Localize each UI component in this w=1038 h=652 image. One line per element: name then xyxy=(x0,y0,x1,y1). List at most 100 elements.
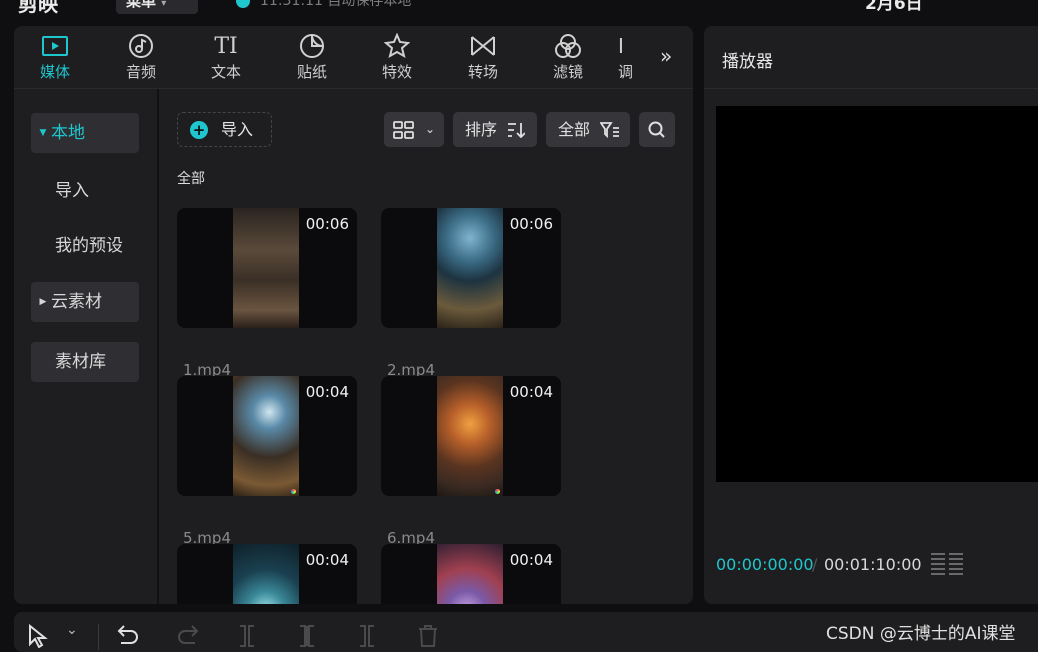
filter-label: 全部 xyxy=(558,120,591,139)
filter-icon xyxy=(555,34,581,58)
media-thumbnail[interactable]: 00:04 xyxy=(381,376,561,496)
redo-icon[interactable] xyxy=(176,624,200,646)
search-icon xyxy=(648,121,665,138)
funnel-icon xyxy=(600,122,619,138)
tab-text[interactable]: TI 文本 xyxy=(191,26,261,88)
filter-button[interactable]: 全部 xyxy=(546,112,630,147)
time-separator: / xyxy=(812,555,818,574)
effects-icon xyxy=(384,33,410,59)
chevron-down-icon[interactable]: ⌄ xyxy=(66,622,78,638)
divider xyxy=(704,88,1038,89)
select-cursor-icon[interactable] xyxy=(28,624,48,648)
tab-label: 滤镜 xyxy=(552,63,583,81)
media-icon xyxy=(42,36,68,56)
split-icon[interactable] xyxy=(238,624,256,648)
sidebar-item-local[interactable]: ▼ 本地 xyxy=(31,113,139,153)
sort-label: 排序 xyxy=(465,120,498,139)
media-thumbnail[interactable]: 00:04 xyxy=(381,544,561,604)
view-mode-button[interactable]: ⌄ xyxy=(384,112,444,147)
thumbnail-image xyxy=(437,376,503,496)
duration-label: 00:06 xyxy=(509,215,553,233)
media-thumbnail[interactable]: 00:04 xyxy=(177,544,357,604)
caret-down-icon: ▼ xyxy=(39,128,47,138)
split-left-icon[interactable] xyxy=(298,624,316,648)
total-time: 00:01:10:00 xyxy=(824,555,922,574)
project-title: 2月6日 xyxy=(865,0,923,14)
media-sidebar: ▼ 本地 导入 我的预设 ▶ 云素材 素材库 xyxy=(14,89,159,604)
sort-icon xyxy=(508,123,525,138)
menu-button[interactable]: 菜单 ▾ xyxy=(116,0,198,14)
timecode-grid-icon[interactable] xyxy=(930,552,964,576)
timeline-toolbar: ⌄ CSDN @云博士的AI课堂 xyxy=(14,612,1038,652)
tab-label: 调 xyxy=(618,63,634,81)
media-thumbnail[interactable]: 00:06 xyxy=(177,208,357,328)
caret-right-icon: ▶ xyxy=(39,297,47,307)
thumbnail-image xyxy=(233,208,299,328)
duration-label: 00:04 xyxy=(305,383,349,401)
tab-sticker[interactable]: 贴纸 xyxy=(277,26,347,88)
duration-label: 00:04 xyxy=(305,551,349,569)
sidebar-item-presets[interactable]: 我的预设 xyxy=(31,226,139,266)
watermark: CSDN @云博士的AI课堂 xyxy=(826,624,1016,644)
thumbnail-image xyxy=(233,544,299,604)
undo-icon[interactable] xyxy=(116,624,140,646)
media-panel: 媒体 音频 TI 文本 贴纸 特效 转场 滤镜 I 调 » ▼ 本地 导入 我的… xyxy=(14,26,693,604)
media-thumbnail[interactable]: 00:06 xyxy=(381,208,561,328)
autosave-text: 11:31:11 自动保存本地 xyxy=(260,0,412,9)
sidebar-item-library[interactable]: 素材库 xyxy=(31,342,139,382)
tab-label: 转场 xyxy=(467,63,498,81)
current-time: 00:00:00:00 xyxy=(716,555,814,574)
import-label: 导入 xyxy=(221,120,254,139)
tab-label: 文本 xyxy=(210,63,241,81)
sort-button[interactable]: 排序 xyxy=(453,112,537,147)
title-bar: 剪映 菜单 ▾ 11:31:11 自动保存本地 2月6日 xyxy=(0,0,1038,20)
chevron-down-icon: ▾ xyxy=(161,0,167,9)
preview-screen[interactable] xyxy=(716,106,1038,482)
search-button[interactable] xyxy=(639,112,675,147)
sidebar-item-label: 素材库 xyxy=(55,352,106,372)
sidebar-item-label: 本地 xyxy=(51,123,85,143)
tab-adjust[interactable]: I 调 xyxy=(618,26,648,88)
tab-label: 音频 xyxy=(125,63,156,81)
more-tabs-icon[interactable]: » xyxy=(660,44,672,68)
tab-label: 特效 xyxy=(381,63,412,81)
import-button[interactable]: + 导入 xyxy=(177,112,272,147)
player-title: 播放器 xyxy=(722,52,773,72)
media-thumbnail[interactable]: 00:04 xyxy=(177,376,357,496)
tab-transition[interactable]: 转场 xyxy=(448,26,518,88)
tab-label: 媒体 xyxy=(39,63,70,81)
autosave-status: 11:31:11 自动保存本地 xyxy=(236,0,411,10)
thumbnail-image xyxy=(437,544,503,604)
sidebar-item-label: 云素材 xyxy=(51,292,102,312)
resource-tab-bar: 媒体 音频 TI 文本 贴纸 特效 转场 滤镜 I 调 » xyxy=(14,26,693,88)
delete-icon[interactable] xyxy=(417,624,439,648)
thumbnail-image xyxy=(437,208,503,328)
chevron-down-icon: ⌄ xyxy=(425,122,436,136)
audio-icon xyxy=(129,34,153,58)
sidebar-item-cloud[interactable]: ▶ 云素材 xyxy=(31,282,139,322)
sidebar-item-import[interactable]: 导入 xyxy=(31,171,139,211)
ai-badge-icon xyxy=(495,489,500,494)
tab-label: 贴纸 xyxy=(296,63,327,81)
tab-media[interactable]: 媒体 xyxy=(20,26,90,88)
check-icon xyxy=(236,0,250,8)
duration-label: 00:04 xyxy=(509,551,553,569)
transition-icon xyxy=(471,36,495,56)
ai-badge-icon xyxy=(291,489,296,494)
sidebar-item-label: 我的预设 xyxy=(55,236,123,256)
sidebar-item-label: 导入 xyxy=(55,181,89,201)
split-right-icon[interactable] xyxy=(358,624,376,648)
section-label: 全部 xyxy=(177,171,205,187)
duration-label: 00:06 xyxy=(305,215,349,233)
app-logo: 剪映 xyxy=(18,0,58,16)
media-content: + 导入 ⌄ 排序 全部 全部 00:06 1.mp4 00:06 2.mp4 … xyxy=(159,89,693,604)
plus-icon: + xyxy=(190,121,208,139)
tab-audio[interactable]: 音频 xyxy=(106,26,176,88)
tab-filter[interactable]: 滤镜 xyxy=(533,26,603,88)
duration-label: 00:04 xyxy=(509,383,553,401)
player-panel: 播放器 00:00:00:00 / 00:01:10:00 xyxy=(704,26,1038,604)
menu-label: 菜单 xyxy=(126,0,157,10)
thumbnail-image xyxy=(233,376,299,496)
tab-effects[interactable]: 特效 xyxy=(362,26,432,88)
text-icon: TI xyxy=(214,33,238,59)
